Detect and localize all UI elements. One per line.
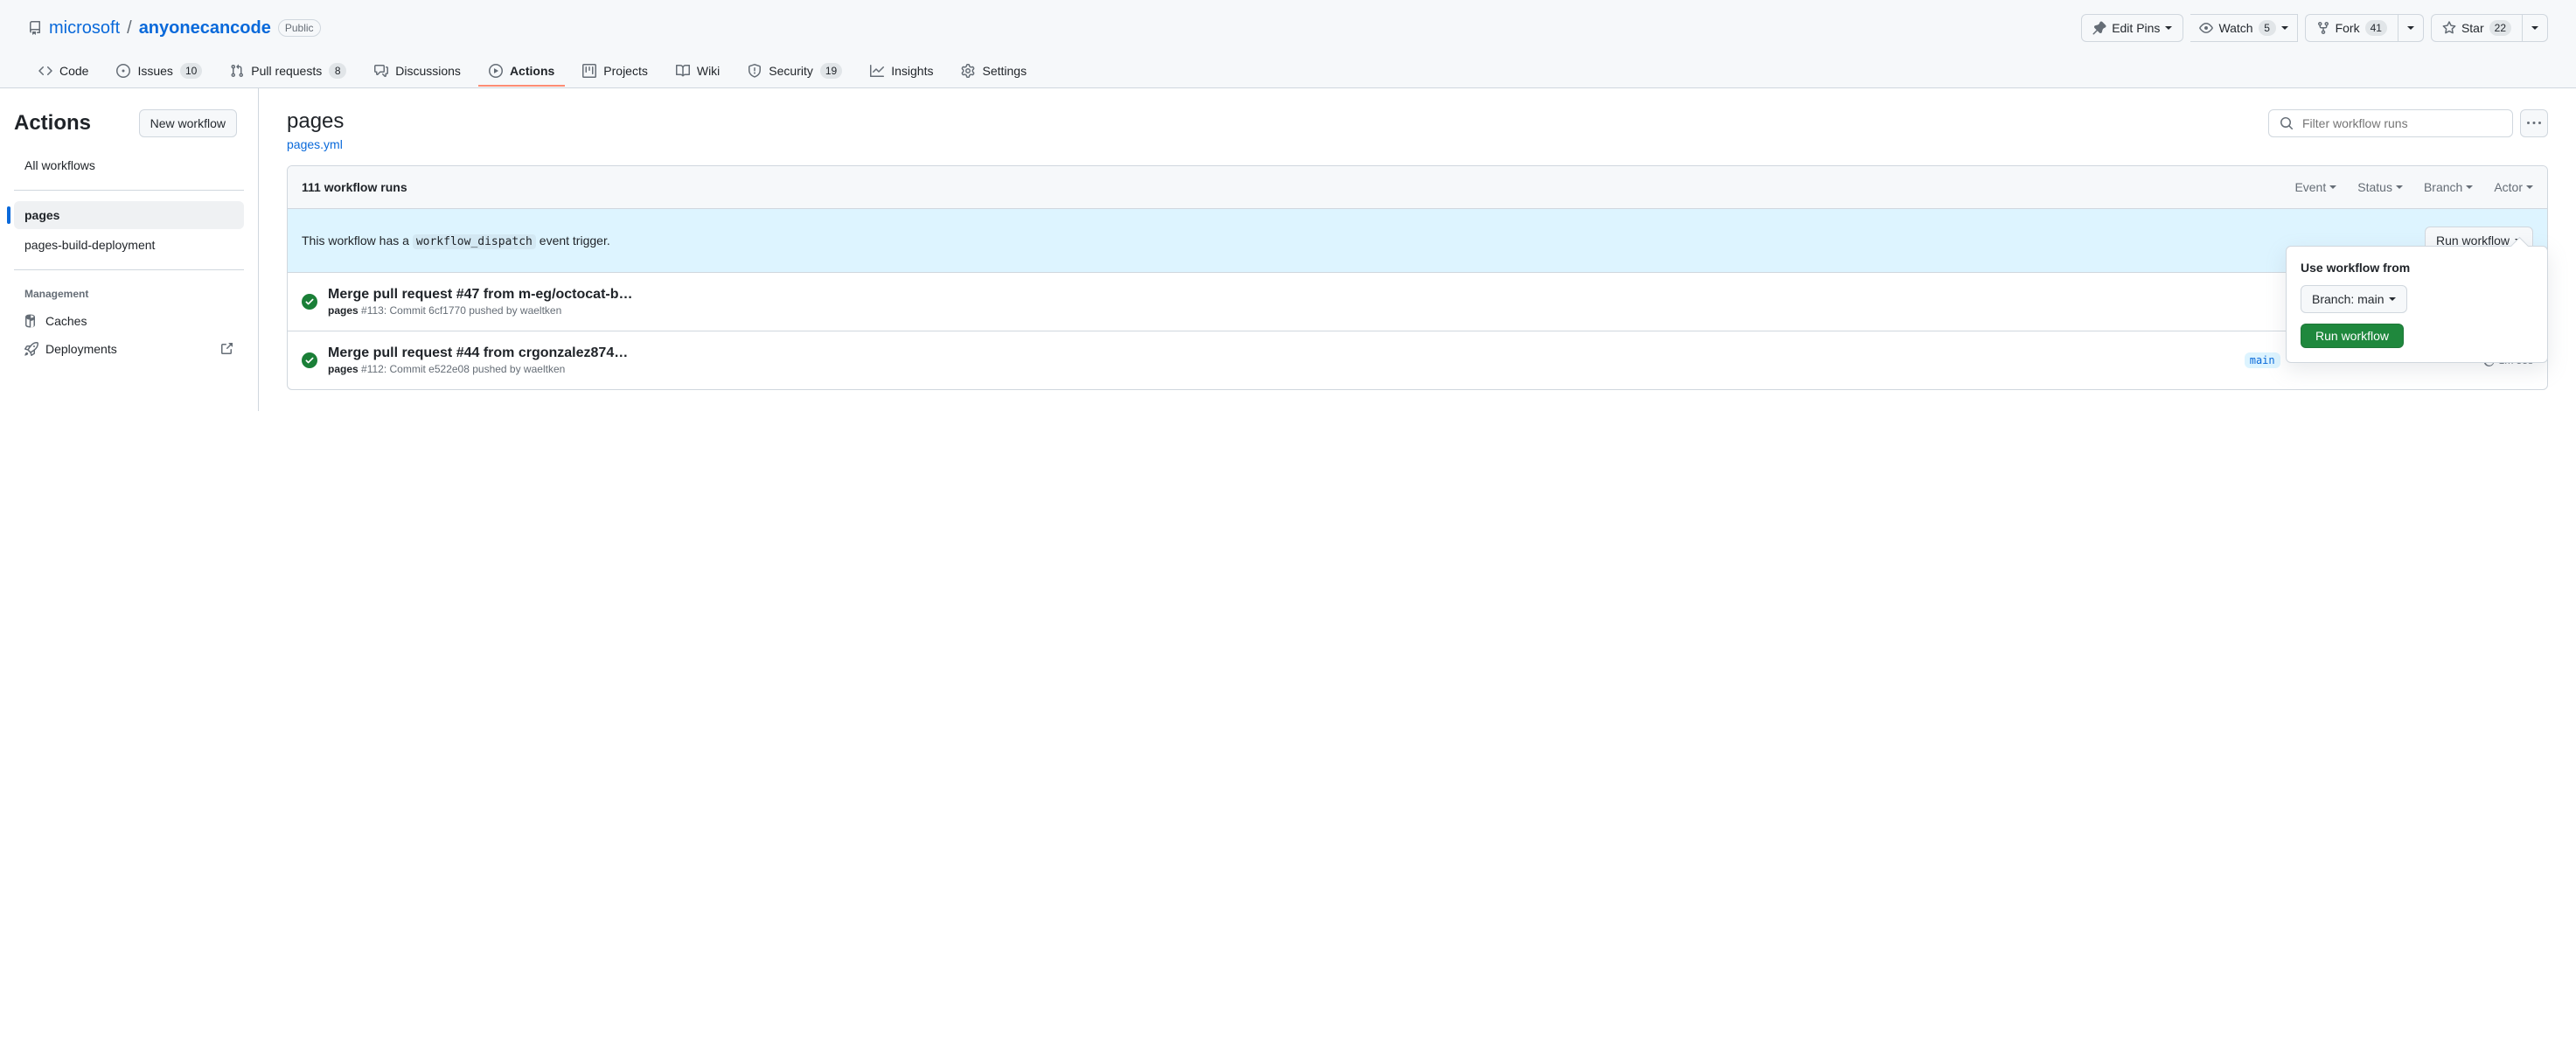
- sidebar-all-workflows[interactable]: All workflows: [14, 151, 244, 179]
- success-icon: [302, 352, 317, 368]
- caret-icon: [2531, 26, 2538, 30]
- caret-icon: [2281, 26, 2288, 30]
- caret-icon: [2389, 297, 2396, 301]
- more-button[interactable]: [2520, 109, 2548, 137]
- run-workflow-submit[interactable]: Run workflow: [2301, 324, 2404, 348]
- shield-icon: [748, 64, 762, 78]
- tab-issues[interactable]: Issues10: [106, 56, 212, 87]
- fork-dropdown[interactable]: [2398, 14, 2424, 42]
- dispatch-code: workflow_dispatch: [413, 234, 536, 249]
- caret-icon: [2396, 185, 2403, 189]
- watch-button[interactable]: Watch 5: [2190, 14, 2297, 42]
- watch-count: 5: [2259, 20, 2276, 36]
- dispatch-text: This workflow has a workflow_dispatch ev…: [302, 234, 610, 248]
- tab-settings[interactable]: Settings: [950, 57, 1037, 87]
- repo-icon: [28, 21, 42, 35]
- gear-icon: [961, 64, 975, 78]
- tab-wiki[interactable]: Wiki: [665, 57, 730, 87]
- search-input-wrapper[interactable]: [2268, 109, 2513, 137]
- caches-label: Caches: [45, 314, 87, 328]
- play-icon: [489, 64, 503, 78]
- deployments-label: Deployments: [45, 342, 117, 356]
- pr-icon: [230, 64, 244, 78]
- filter-branch[interactable]: Branch: [2424, 180, 2473, 194]
- star-count: 22: [2489, 20, 2511, 36]
- sidebar-deployments[interactable]: Deployments: [14, 335, 244, 363]
- projects-icon: [582, 64, 596, 78]
- owner-link[interactable]: microsoft: [49, 18, 120, 38]
- workflow-run-row[interactable]: Merge pull request #47 from m-eg/octocat…: [288, 273, 2547, 331]
- tab-insights[interactable]: Insights: [860, 57, 943, 87]
- fork-label: Fork: [2336, 21, 2360, 35]
- tab-actions[interactable]: Actions: [478, 57, 565, 87]
- run-title: Merge pull request #47 from m-eg/octocat…: [328, 287, 634, 303]
- sidebar-workflow-pages-build-deployment[interactable]: pages-build-deployment: [14, 231, 244, 259]
- search-input[interactable]: [2301, 115, 2502, 131]
- success-icon: [302, 294, 317, 310]
- repo-tabs: Code Issues10 Pull requests8 Discussions…: [28, 56, 2548, 87]
- tab-security[interactable]: Security19: [737, 56, 853, 87]
- filter-actor[interactable]: Actor: [2494, 180, 2533, 194]
- popover-heading: Use workflow from: [2301, 261, 2533, 275]
- star-button[interactable]: Star 22: [2431, 14, 2523, 42]
- run-subtitle: pages #113: Commit 6cf1770 pushed by wae…: [328, 304, 2294, 317]
- repo-title: microsoft / anyonecancode Public: [28, 18, 321, 38]
- branch-select-label: Branch: main: [2312, 292, 2384, 306]
- run-workflow-popover: Use workflow from Branch: main Run workf…: [2286, 246, 2548, 363]
- fork-count: 41: [2365, 20, 2387, 36]
- sidebar-workflow-pages[interactable]: pages: [14, 201, 244, 229]
- caches-icon: [24, 314, 38, 328]
- branch-label[interactable]: main: [2245, 352, 2280, 368]
- graph-icon: [870, 64, 884, 78]
- caret-icon: [2526, 185, 2533, 189]
- star-icon: [2442, 21, 2456, 35]
- new-workflow-button[interactable]: New workflow: [139, 109, 237, 137]
- tab-projects[interactable]: Projects: [572, 57, 658, 87]
- eye-icon: [2199, 21, 2213, 35]
- edit-pins-button[interactable]: Edit Pins: [2081, 14, 2183, 42]
- separator: /: [127, 18, 132, 38]
- watch-label: Watch: [2218, 21, 2252, 35]
- tab-code[interactable]: Code: [28, 57, 99, 87]
- discussions-icon: [374, 64, 388, 78]
- tab-pull-requests[interactable]: Pull requests8: [219, 56, 357, 87]
- star-dropdown[interactable]: [2523, 14, 2548, 42]
- workflow-file-link[interactable]: pages.yml: [287, 137, 343, 151]
- caret-icon: [2329, 185, 2336, 189]
- issues-count: 10: [180, 63, 202, 79]
- pulls-count: 8: [329, 63, 346, 79]
- caret-icon: [2165, 26, 2172, 30]
- filter-event[interactable]: Event: [2294, 180, 2336, 194]
- fork-button[interactable]: Fork 41: [2305, 14, 2398, 42]
- code-icon: [38, 64, 52, 78]
- edit-pins-label: Edit Pins: [2112, 21, 2160, 35]
- pin-icon: [2092, 21, 2106, 35]
- tab-discussions[interactable]: Discussions: [364, 57, 471, 87]
- caret-icon: [2407, 26, 2414, 30]
- fork-icon: [2316, 21, 2330, 35]
- kebab-icon: [2527, 116, 2541, 130]
- security-count: 19: [820, 63, 842, 79]
- sidebar-caches[interactable]: Caches: [14, 307, 244, 335]
- caret-icon: [2466, 185, 2473, 189]
- repo-link[interactable]: anyonecancode: [139, 18, 271, 38]
- workflow-title: pages: [287, 109, 344, 134]
- sidebar-title: Actions: [14, 111, 91, 136]
- external-link-icon: [219, 342, 233, 356]
- run-title: Merge pull request #44 from crgonzalez87…: [328, 345, 634, 361]
- visibility-badge: Public: [278, 19, 321, 37]
- runs-count: 111 workflow runs: [302, 180, 407, 194]
- workflow-run-row[interactable]: Merge pull request #44 from crgonzalez87…: [288, 331, 2547, 389]
- management-heading: Management: [14, 281, 244, 307]
- issue-icon: [116, 64, 130, 78]
- run-subtitle: pages #112: Commit e522e08 pushed by wae…: [328, 363, 2234, 375]
- rocket-icon: [24, 342, 38, 356]
- search-icon: [2280, 116, 2294, 130]
- branch-select[interactable]: Branch: main: [2301, 285, 2407, 313]
- wiki-icon: [676, 64, 690, 78]
- filter-status[interactable]: Status: [2357, 180, 2403, 194]
- star-label: Star: [2461, 21, 2484, 35]
